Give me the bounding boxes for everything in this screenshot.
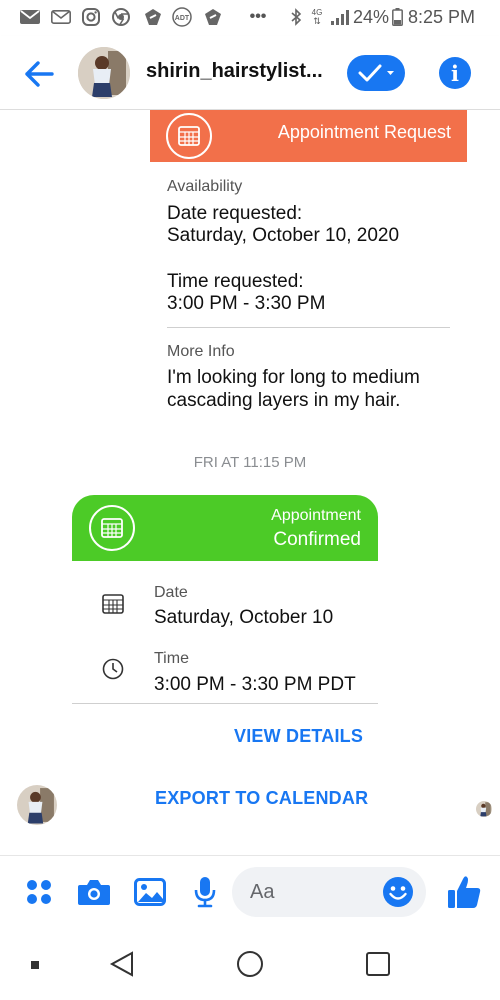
appointment-confirmed-header: Appointment Confirmed	[72, 495, 378, 561]
time-requested-value: 3:00 PM - 3:30 PM	[167, 293, 326, 314]
confirmed-time-label: Time	[154, 650, 189, 667]
contact-name[interactable]: shirin_hairstylist...	[146, 60, 331, 83]
clock: 8:25 PM	[408, 7, 476, 27]
confirmed-title-line-1: Appointment	[271, 507, 361, 524]
more-actions-button[interactable]	[19, 872, 59, 912]
svg-text:ADT: ADT	[175, 15, 190, 22]
emoji-icon	[383, 877, 413, 907]
battery-icon	[391, 8, 403, 26]
camera-button[interactable]	[74, 872, 114, 912]
availability-label: Availability	[167, 178, 243, 195]
thumbs-up-icon	[448, 876, 481, 908]
chrome-icon	[112, 8, 130, 26]
adt-shield-icon	[203, 8, 223, 26]
recent-square-icon[interactable]	[31, 961, 39, 969]
camera-icon	[78, 880, 110, 905]
back-triangle-icon	[109, 951, 133, 977]
info-button[interactable]: i	[439, 57, 471, 89]
network-4g-icon: 4G ⇅	[311, 8, 323, 26]
android-nav-bar	[0, 930, 500, 1000]
time-requested-label: Time requested:	[167, 271, 304, 292]
adt-shield-icon	[143, 8, 163, 26]
microphone-icon	[194, 877, 216, 908]
confirmed-date-value: Saturday, October 10	[154, 607, 334, 628]
back-button[interactable]	[22, 59, 56, 89]
menu-dots-icon	[27, 880, 51, 904]
overview-button[interactable]	[366, 952, 390, 976]
more-info-line-1: I'm looking for long to medium	[167, 367, 420, 388]
chat-header: shirin_hairstylist... i	[0, 36, 500, 110]
home-button[interactable]	[237, 951, 263, 977]
status-bar: ADT ••• 4G ⇅ 24% 8:25 PM	[0, 0, 500, 36]
calendar-icon	[89, 505, 135, 551]
message-input[interactable]: Aa	[232, 867, 426, 917]
message-placeholder: Aa	[250, 881, 275, 903]
bluetooth-icon	[289, 8, 303, 26]
battery-percent: 24%	[353, 7, 390, 27]
export-to-calendar-button[interactable]: EXPORT TO CALENDAR	[155, 788, 368, 809]
message-timestamp: FRI AT 11:15 PM	[193, 454, 307, 471]
signal-icon	[329, 8, 351, 26]
calendar-icon	[166, 113, 212, 159]
more-dots-icon: •••	[249, 8, 267, 25]
image-icon	[134, 878, 166, 906]
status-check-button[interactable]	[347, 55, 405, 91]
arrow-back-icon	[25, 61, 54, 87]
request-title: Appointment Request	[277, 122, 451, 142]
avatar[interactable]	[17, 785, 57, 825]
mail-icon	[51, 8, 71, 26]
read-receipt-avatar	[476, 801, 492, 817]
confirmed-time-value: 3:00 PM - 3:30 PM PDT	[154, 674, 356, 695]
confirmed-title-line-2: Confirmed	[273, 529, 361, 550]
info-icon: i	[451, 60, 459, 86]
confirmed-date-label: Date	[154, 584, 188, 601]
conversation[interactable]: Appointment Request Availability Date re…	[0, 110, 500, 855]
divider	[167, 327, 450, 328]
check-icon	[358, 64, 394, 82]
clock-icon	[102, 658, 124, 680]
date-requested-label: Date requested:	[167, 203, 303, 224]
voice-button[interactable]	[185, 872, 225, 912]
calendar-icon	[102, 594, 124, 616]
gallery-button[interactable]	[130, 872, 170, 912]
date-requested-value: Saturday, October 10, 2020	[167, 225, 400, 246]
instagram-icon	[82, 8, 100, 26]
avatar[interactable]	[78, 47, 130, 99]
email-icon	[20, 8, 40, 26]
back-nav-button[interactable]	[108, 950, 136, 978]
appointment-request-header: Appointment Request	[150, 110, 467, 162]
view-details-button[interactable]: VIEW DETAILS	[234, 726, 363, 747]
adt-icon: ADT	[171, 7, 193, 27]
like-button[interactable]	[444, 872, 484, 912]
divider	[72, 703, 378, 704]
emoji-button[interactable]	[382, 876, 414, 908]
message-composer: Aa	[0, 855, 500, 930]
more-info-label: More Info	[167, 343, 235, 360]
more-info-line-2: cascading layers in my hair.	[167, 390, 401, 411]
